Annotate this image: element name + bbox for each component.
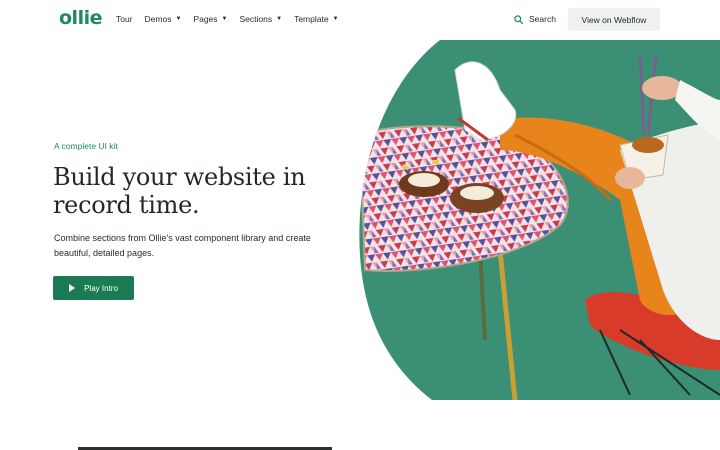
nav-item-pages[interactable]: Pages ▼ (193, 14, 227, 24)
caret-down-icon: ▼ (175, 16, 182, 22)
hero-headline-line: Build your website in (53, 163, 306, 191)
hero-subtext: Combine sections from Ollie's vast compo… (54, 233, 311, 258)
hero-eyebrow: A complete UI kit (54, 141, 118, 151)
nav-item-sections[interactable]: Sections ▼ (240, 14, 283, 24)
search-button[interactable]: Search (514, 14, 556, 24)
main-nav: Tour Demos ▼ Pages ▼ Sections ▼ Template… (116, 14, 351, 24)
site-header: ollie Tour Demos ▼ Pages ▼ Sections ▼ Te… (0, 0, 720, 40)
nav-item-template[interactable]: Template ▼ (294, 14, 338, 24)
nav-item-label: Demos (144, 14, 172, 24)
search-icon (514, 14, 523, 24)
search-label: Search (529, 14, 556, 24)
view-on-webflow-button[interactable]: View on Webflow (568, 8, 660, 31)
logo[interactable]: ollie (59, 7, 102, 29)
nav-item-label: Tour (116, 14, 133, 24)
nav-item-tour[interactable]: Tour (116, 14, 133, 24)
nav-item-label: Sections (239, 14, 273, 24)
play-intro-label: Play Intro (84, 283, 118, 293)
caret-down-icon: ▼ (221, 16, 228, 22)
hero-image (359, 40, 720, 400)
nav-item-demos[interactable]: Demos ▼ (145, 14, 182, 24)
hero-headline: Build your website in record time. (53, 163, 333, 219)
hero-headline-line: record time. (53, 191, 200, 219)
caret-down-icon: ▼ (332, 16, 339, 22)
nav-item-label: Pages (193, 14, 218, 24)
nav-item-label: Template (294, 14, 329, 24)
play-intro-button[interactable]: Play Intro (53, 276, 134, 300)
play-icon (69, 284, 76, 292)
caret-down-icon: ▼ (276, 16, 283, 22)
